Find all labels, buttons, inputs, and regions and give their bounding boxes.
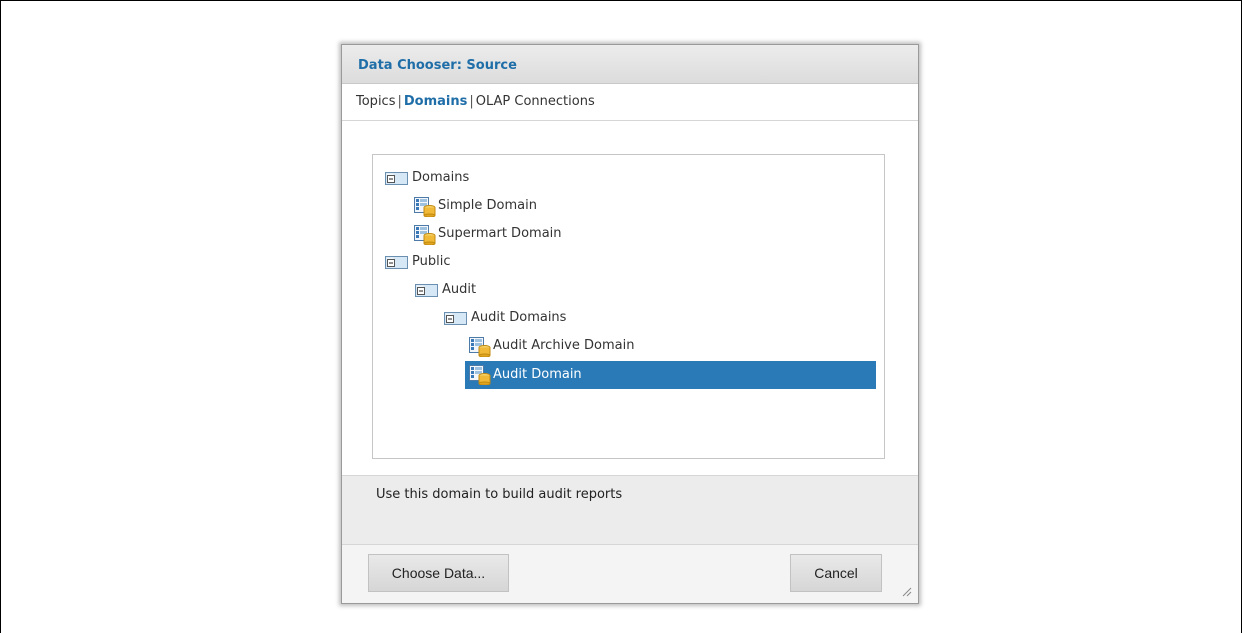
domain-description: Use this domain to build audit reports — [376, 487, 623, 502]
tree-node-supermart-domain[interactable]: Supermart Domain — [414, 221, 864, 247]
tree-node-simple-domain[interactable]: Simple Domain — [414, 193, 864, 219]
dialog-titlebar[interactable]: Data Chooser: Source — [342, 45, 918, 84]
tree-node-domains-folder[interactable]: Domains — [384, 165, 864, 191]
domain-icon — [414, 225, 436, 245]
description-panel: Use this domain to build audit reports — [342, 475, 918, 544]
folder-expanded-icon[interactable] — [385, 256, 408, 269]
tab-separator: | — [397, 94, 402, 109]
tree-node-label: Supermart Domain — [438, 226, 562, 241]
tree-node-audit-domain[interactable]: Audit Domain — [465, 361, 876, 389]
domain-icon — [469, 365, 491, 385]
tree-node-audit-folder[interactable]: Audit — [414, 277, 864, 303]
tree-node-audit-domains-folder[interactable]: Audit Domains — [443, 305, 864, 331]
cancel-button[interactable]: Cancel — [790, 554, 882, 592]
folder-expanded-icon[interactable] — [415, 284, 438, 297]
choose-data-button[interactable]: Choose Data... — [368, 554, 509, 592]
tree-node-label: Audit Domains — [471, 310, 567, 325]
dialog-title: Data Chooser: Source — [358, 58, 517, 73]
tree-node-audit-archive-domain[interactable]: Audit Archive Domain — [469, 333, 864, 359]
source-tabs: Topics | Domains | OLAP Connections — [342, 84, 918, 121]
tree-node-label: Audit Archive Domain — [493, 338, 635, 353]
tree-node-label: Public — [412, 254, 451, 269]
tree-node-label: Simple Domain — [438, 198, 537, 213]
tree-node-label: Domains — [412, 170, 470, 185]
tab-domains[interactable]: Domains — [404, 94, 468, 109]
domain-tree: Domains Simple Domain Supermart Domain P… — [372, 154, 885, 459]
domain-icon — [414, 197, 436, 217]
domain-icon — [469, 337, 491, 357]
tree-node-label: Audit Domain — [493, 367, 582, 382]
tree-node-public-folder[interactable]: Public — [384, 249, 864, 275]
tab-olap-connections[interactable]: OLAP Connections — [476, 94, 595, 109]
folder-expanded-icon[interactable] — [444, 312, 467, 325]
tab-topics[interactable]: Topics — [356, 94, 395, 109]
folder-expanded-icon[interactable] — [385, 172, 408, 185]
tab-separator: | — [469, 94, 474, 109]
tree-node-label: Audit — [442, 282, 477, 297]
data-chooser-dialog: Data Chooser: Source Topics | Domains | OLAP… — [341, 44, 919, 604]
dialog-footer: Choose Data... Cancel — [342, 544, 918, 603]
resize-grip-icon[interactable] — [902, 587, 912, 597]
